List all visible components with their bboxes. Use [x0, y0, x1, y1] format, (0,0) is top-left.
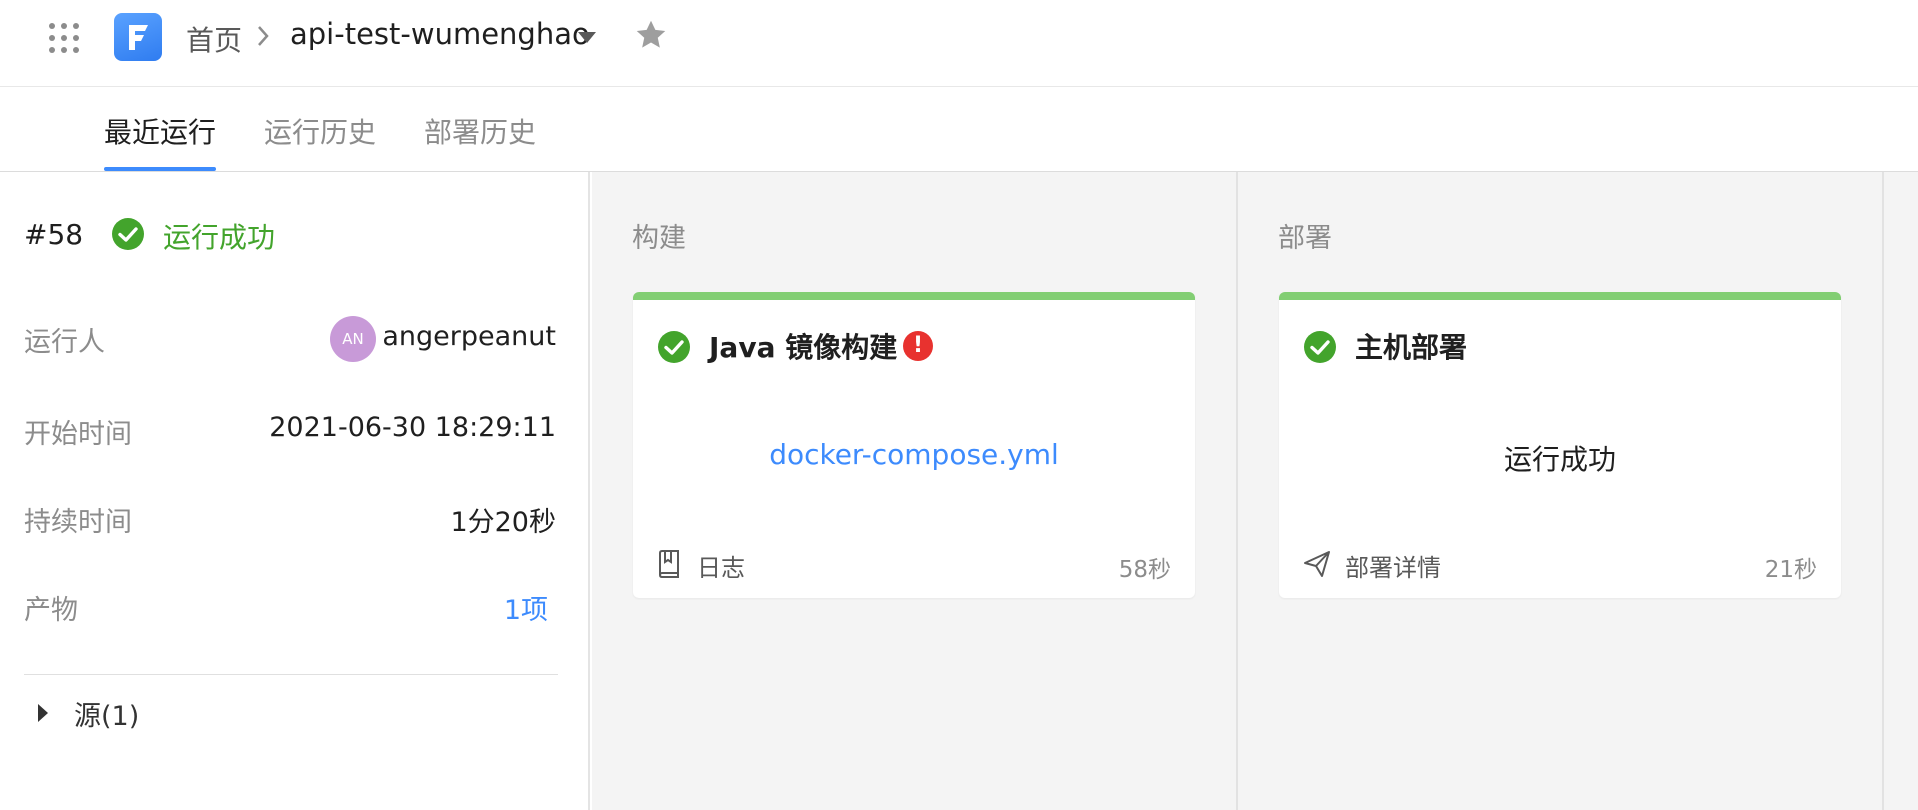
column-divider [1236, 172, 1238, 810]
log-link[interactable]: 日志 [697, 548, 745, 583]
send-icon [1304, 551, 1330, 577]
chevron-right-icon [258, 26, 269, 46]
project-name[interactable]: api-test-wumenghao [290, 17, 590, 51]
job-name: 主机部署 [1355, 331, 1468, 364]
deploy-status: 运行成功 [1503, 443, 1616, 476]
tab-deploy-history[interactable]: 部署历史 [424, 111, 536, 151]
artifacts-link[interactable]: 1项 [504, 588, 548, 627]
warning-icon[interactable]: ! [903, 331, 933, 361]
duration-value: 1分20秒 [450, 507, 556, 538]
tab-recent-runs[interactable]: 最近运行 [104, 111, 216, 151]
divider [24, 674, 558, 675]
start-time-value: 2021-06-30 18:29:11 [269, 412, 556, 443]
stage-title-build: 构建 [632, 223, 686, 254]
source-toggle[interactable]: 源(1) [74, 694, 139, 733]
runner-label: 运行人 [24, 327, 105, 358]
start-time-label: 开始时间 [24, 419, 132, 450]
top-header: 首页 api-test-wumenghao [0, 0, 1918, 87]
job-duration: 21秒 [1764, 557, 1817, 583]
active-tab-indicator [104, 167, 216, 171]
breadcrumb-home[interactable]: 首页 [186, 19, 242, 59]
success-check-icon [658, 331, 690, 363]
star-icon[interactable] [633, 17, 669, 53]
app-logo[interactable] [114, 13, 162, 61]
artifact-file-link[interactable]: docker-compose.yml [633, 438, 1195, 471]
book-icon [659, 550, 679, 578]
success-check-icon [1304, 331, 1336, 363]
artifacts-label: 产物 [24, 595, 78, 626]
success-check-icon [112, 218, 144, 250]
deploy-details-link[interactable]: 部署详情 [1345, 548, 1441, 583]
run-info-panel: #58 运行成功 运行人 AN angerpeanut 开始时间 2021-06… [0, 172, 590, 810]
job-name: Java 镜像构建 [709, 331, 898, 364]
run-status: 运行成功 [163, 221, 276, 254]
build-job-card[interactable]: Java 镜像构建 ! docker-compose.yml 日志 58秒 [633, 292, 1195, 598]
avatar: AN [330, 316, 376, 362]
stage-title-deploy: 部署 [1278, 223, 1332, 254]
job-duration: 58秒 [1118, 557, 1171, 583]
tab-run-history[interactable]: 运行历史 [264, 111, 376, 151]
grid-dots-icon[interactable] [47, 21, 79, 53]
deploy-job-card[interactable]: 主机部署 运行成功 部署详情 21秒 [1279, 292, 1841, 598]
caret-right-icon[interactable] [38, 704, 48, 722]
runner-name: angerpeanut [382, 321, 556, 352]
duration-label: 持续时间 [24, 507, 132, 538]
column-divider [1882, 172, 1884, 810]
pipeline-stages: 构建 Java 镜像构建 ! docker-compose.yml 日志 58秒… [592, 172, 1918, 810]
caret-down-icon[interactable] [578, 32, 596, 43]
tab-bar: 最近运行 运行历史 部署历史 [0, 87, 1918, 172]
run-number: #58 [24, 218, 84, 251]
